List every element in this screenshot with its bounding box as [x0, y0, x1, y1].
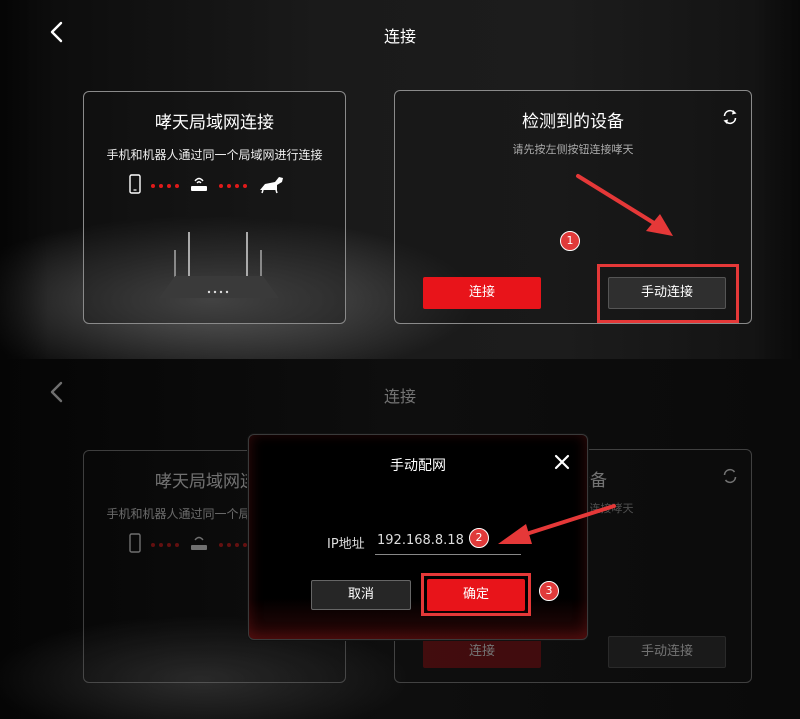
link-dots: [151, 543, 179, 547]
router-icon: [189, 534, 209, 556]
connect-button[interactable]: 连接: [423, 636, 541, 668]
page-title: 连接: [383, 27, 416, 46]
router-icon: [189, 175, 209, 197]
confirm-highlight: [421, 573, 531, 616]
connection-diagram: [129, 533, 257, 557]
refresh-icon[interactable]: [721, 467, 739, 485]
robot-dog-icon: [257, 174, 285, 198]
annotation-arrow-1: [576, 174, 673, 236]
connect-button[interactable]: 连接: [423, 277, 541, 309]
link-dots: [219, 184, 247, 188]
step-badge-2: 2: [469, 528, 489, 548]
dialog-title: 手动配网: [390, 458, 446, 474]
ip-address-label: IP地址: [327, 537, 365, 552]
router-illustration: [159, 232, 279, 298]
step-badge-3: 3: [539, 581, 559, 601]
page-title: 连接: [383, 387, 416, 406]
lan-card-title: 哮天局域网连接: [155, 113, 274, 133]
annotation-arrow-2: [498, 504, 616, 544]
manual-connect-button[interactable]: 手动连接: [608, 636, 726, 668]
refresh-icon[interactable]: [721, 108, 739, 126]
top-screen: 连接 哮天局域网连接 手机和机器人通过同一个局域网进行连接 检测到的设备 请先按…: [0, 0, 800, 359]
connection-diagram: [129, 174, 285, 198]
close-icon[interactable]: [553, 453, 571, 471]
phone-icon: [129, 533, 141, 557]
devices-card-hint: 请先按左侧按钮连接哮天: [512, 143, 634, 156]
phone-icon: [129, 174, 141, 198]
lan-card-subtitle: 手机和机器人通过同一个局域网进行连接: [106, 148, 323, 162]
link-dots: [151, 184, 179, 188]
devices-card-title: 检测到的设备: [522, 112, 624, 132]
manual-connect-highlight: [597, 264, 739, 323]
lan-connection-card: 哮天局域网连接 手机和机器人通过同一个局域网进行连接: [83, 91, 346, 324]
link-dots: [219, 543, 247, 547]
cancel-button[interactable]: 取消: [311, 580, 411, 610]
